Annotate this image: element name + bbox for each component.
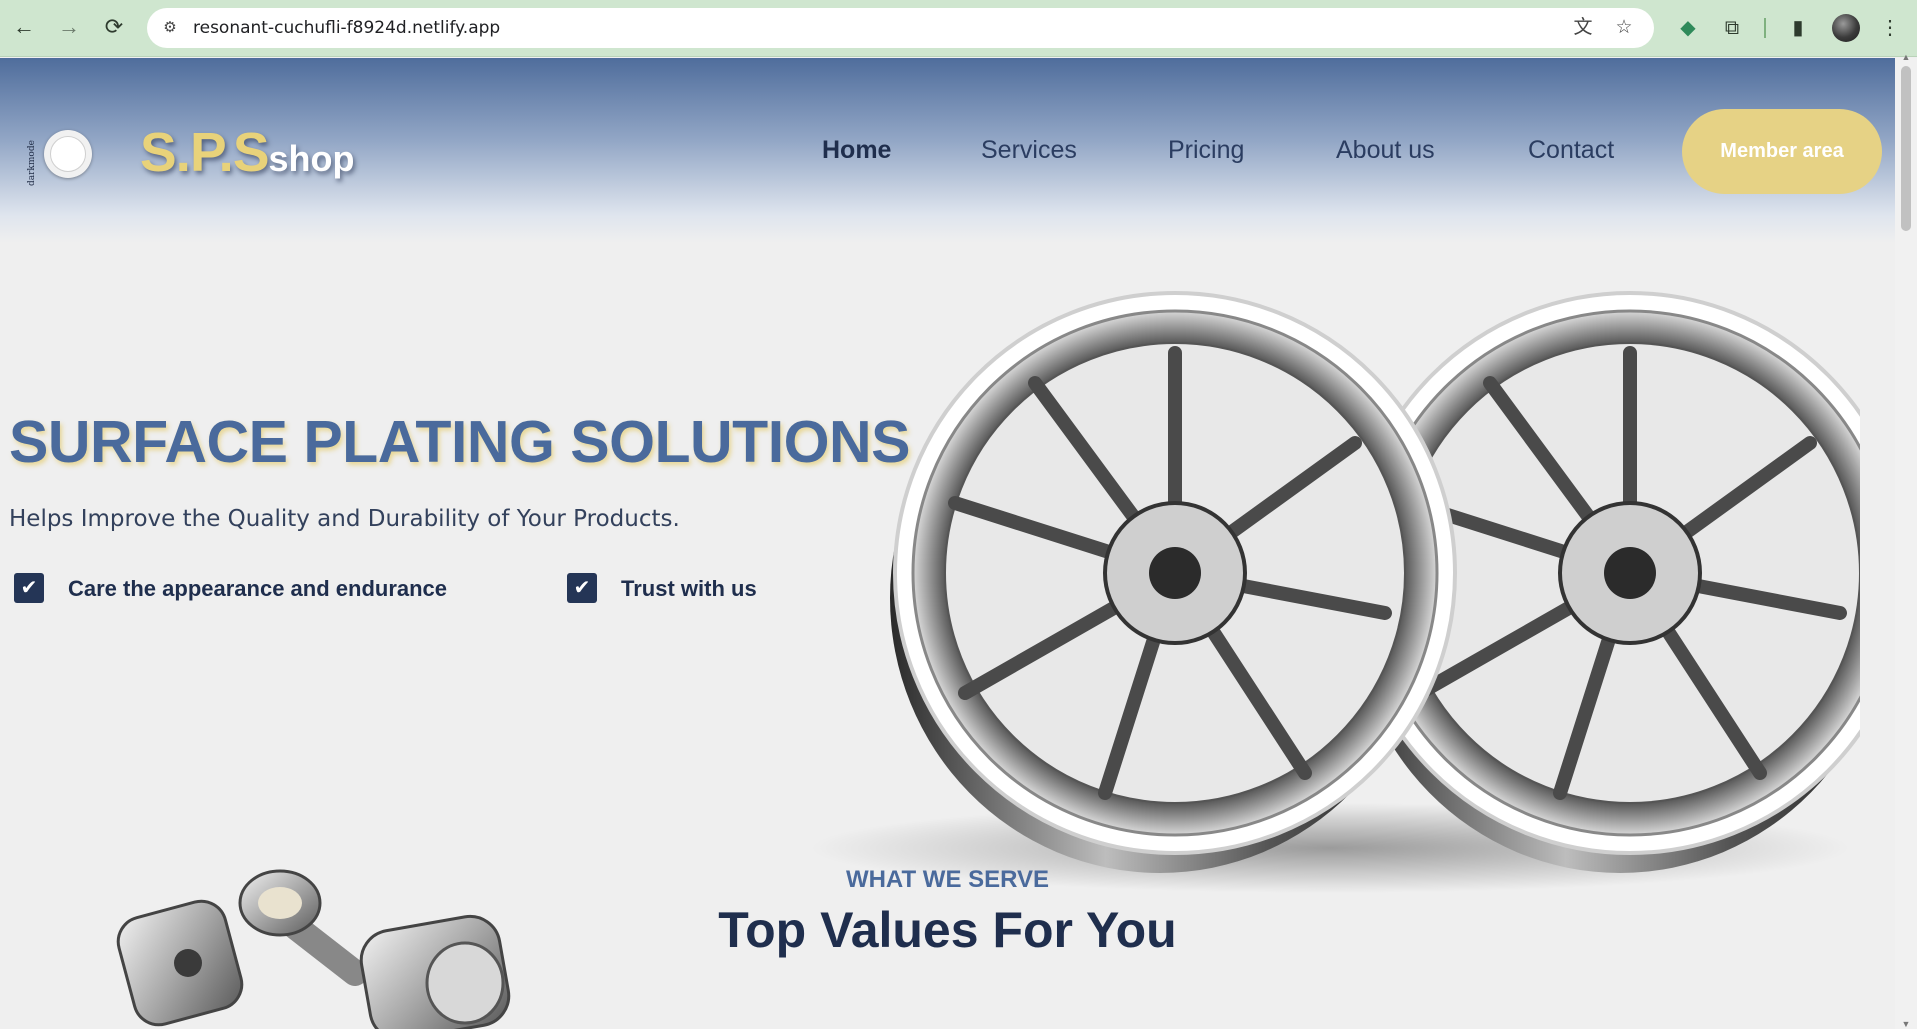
site-header: darkmode S.P.Sshop Home Services Pricing… xyxy=(0,58,1895,243)
logo-sub-text: shop xyxy=(268,138,355,179)
back-icon[interactable]: ← xyxy=(10,13,38,41)
checkbox-checked-icon: ✔ xyxy=(567,573,597,603)
darkmode-toggle[interactable] xyxy=(44,130,92,178)
address-bar[interactable]: ⚙ resonant-cuchufli-f8924d.netlify.app 文… xyxy=(147,8,1654,48)
profile-avatar[interactable] xyxy=(1832,14,1860,42)
feature-label: Care the appearance and endurance xyxy=(68,576,448,601)
reload-icon[interactable]: ⟳ xyxy=(100,13,128,41)
section-kicker: WHAT WE SERVE xyxy=(620,866,1275,894)
bookmark-star-icon[interactable]: ☆ xyxy=(1612,16,1636,40)
logo-main-text: S.P.S xyxy=(140,121,270,183)
nav-home[interactable]: Home xyxy=(822,136,891,165)
section-title: Top Values For You xyxy=(620,901,1275,959)
browser-toolbar: ← → ⟳ ⚙ resonant-cuchufli-f8924d.netlify… xyxy=(0,0,1917,57)
section-kicker-text: WHAT WE SERVE xyxy=(845,866,1050,893)
forward-icon[interactable]: → xyxy=(55,13,83,41)
toolbar-divider xyxy=(1764,18,1766,38)
nav-services[interactable]: Services xyxy=(981,136,1077,165)
scroll-up-arrow-icon[interactable]: ▲ xyxy=(1901,52,1911,62)
site-logo[interactable]: S.P.Sshop xyxy=(140,120,355,184)
scrollbar-thumb[interactable] xyxy=(1901,66,1911,231)
member-area-button[interactable]: Member area xyxy=(1682,109,1882,194)
section-title-text: Top Values For You xyxy=(718,902,1177,958)
nav-pricing[interactable]: Pricing xyxy=(1168,136,1244,165)
translate-icon[interactable]: 文 xyxy=(1571,16,1595,40)
url-text[interactable]: resonant-cuchufli-f8924d.netlify.app xyxy=(193,18,500,38)
nav-about-us[interactable]: About us xyxy=(1336,136,1435,165)
pistons-image xyxy=(116,869,511,1029)
site-info-icon[interactable]: ⚙ xyxy=(159,17,181,39)
toggle-knob xyxy=(50,136,86,172)
extension-leaf-icon[interactable]: ◆ xyxy=(1674,14,1702,42)
hero-subtitle: Helps Improve the Quality and Durability… xyxy=(9,506,680,532)
feature-label: Trust with us xyxy=(621,576,757,601)
scroll-down-arrow-icon[interactable]: ▼ xyxy=(1901,1019,1911,1029)
page-viewport: darkmode S.P.Sshop Home Services Pricing… xyxy=(0,58,1895,1029)
hero-title: SURFACE PLATING SOLUTIONS xyxy=(9,409,910,475)
chrome-wheels-image xyxy=(810,291,1860,893)
page-scrollbar[interactable]: ▲ ▼ xyxy=(1895,52,1917,1029)
darkmode-label: darkmode xyxy=(27,140,37,186)
browser-menu-icon[interactable]: ⋮ xyxy=(1876,14,1904,42)
extensions-puzzle-icon[interactable]: ⧉ xyxy=(1718,14,1746,42)
side-panel-icon[interactable]: ▮ xyxy=(1784,14,1812,42)
nav-contact[interactable]: Contact xyxy=(1528,136,1614,165)
checkbox-checked-icon: ✔ xyxy=(14,573,44,603)
